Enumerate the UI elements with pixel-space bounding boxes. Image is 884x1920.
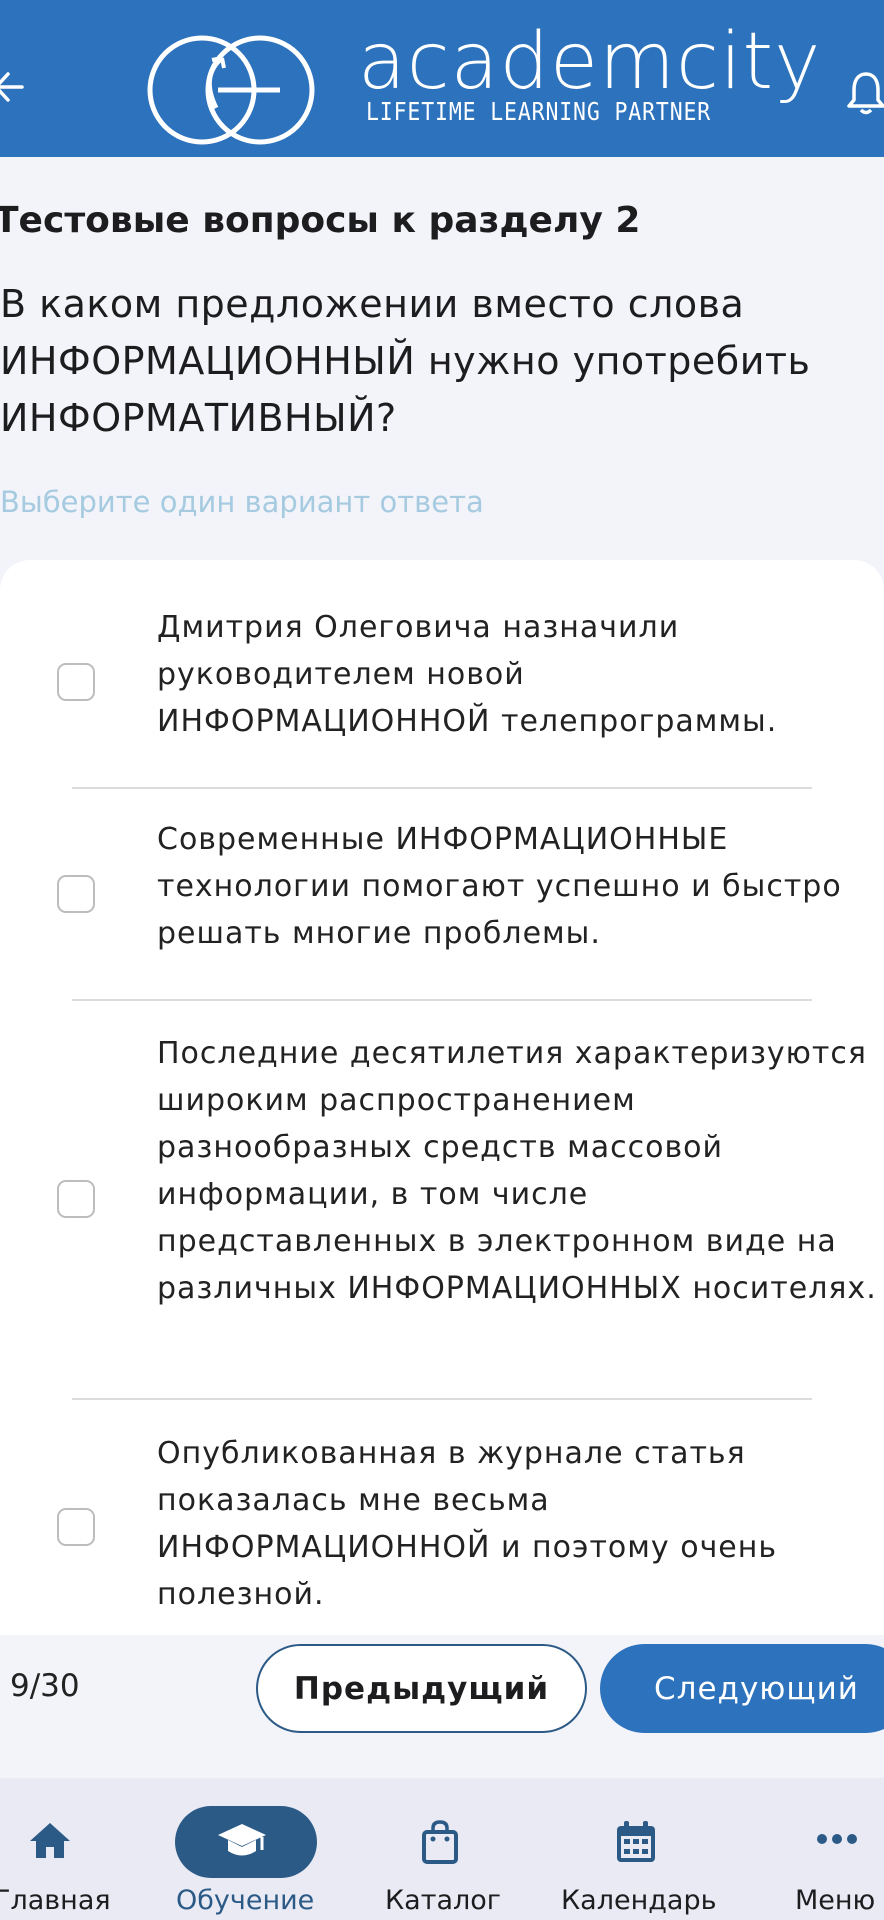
tab-label: Меню (795, 1885, 876, 1916)
answer-checkbox[interactable] (57, 663, 95, 701)
logo-tagline: LIFETIME LEARNING PARTNER (366, 97, 712, 126)
divider (72, 1398, 812, 1400)
answer-hint: Выберите один вариант ответа (0, 485, 484, 519)
tab-catalog[interactable]: Каталог (370, 1778, 510, 1920)
bottom-tab-bar: Главная Обучение Каталог Календарь Меню (0, 1778, 884, 1920)
tab-label: Календарь (561, 1885, 717, 1916)
answer-checkbox[interactable] (57, 875, 95, 913)
answer-option-4[interactable]: Опубликованная в журнале статья показала… (0, 1430, 884, 1630)
answer-text: Дмитрия Олеговича назначили руководителе… (157, 610, 778, 739)
divider (72, 787, 812, 789)
answers-card: Дмитрия Олеговича назначили руководителе… (0, 560, 884, 1635)
notification-bell-icon[interactable] (846, 70, 884, 116)
more-dots-icon (817, 1834, 857, 1844)
answer-option-2[interactable]: Современные ИНФОРМАЦИОННЫЕ технологии по… (0, 816, 884, 966)
shopping-bag-icon (422, 1820, 458, 1864)
tab-menu[interactable]: Меню (790, 1778, 884, 1920)
tab-calendar[interactable]: Календарь (555, 1778, 720, 1920)
graduation-cap-icon (218, 1824, 266, 1856)
home-icon (30, 1823, 70, 1858)
answer-checkbox[interactable] (57, 1180, 95, 1218)
tab-label: Каталог (385, 1885, 501, 1916)
academcity-logo-icon (147, 35, 315, 145)
divider (72, 999, 812, 1001)
tab-home[interactable]: Главная (0, 1778, 111, 1920)
answer-text: Последние десятилетия характеризуются ши… (157, 1036, 877, 1306)
next-button[interactable]: Следующий (600, 1644, 884, 1733)
answer-option-3[interactable]: Последние десятилетия характеризуются ши… (0, 1030, 884, 1360)
tab-learning[interactable]: Обучение (160, 1778, 335, 1920)
answer-text: Современные ИНФОРМАЦИОННЫЕ технологии по… (157, 822, 842, 951)
answer-text: Опубликованная в журнале статья показала… (157, 1436, 778, 1612)
previous-button[interactable]: Предыдущий (256, 1644, 587, 1733)
question-progress: 9/30 (10, 1668, 80, 1704)
tab-label: Обучение (176, 1885, 315, 1916)
back-arrow-icon[interactable] (0, 70, 26, 104)
question-text: В каком предложении вместо слова ИНФОРМА… (0, 282, 811, 440)
calendar-icon (617, 1821, 655, 1862)
answer-option-1[interactable]: Дмитрия Олеговича назначили руководителе… (0, 604, 884, 754)
app-header: academcity LIFETIME LEARNING PARTNER (0, 0, 884, 157)
tab-label: Главная (0, 1885, 111, 1916)
section-title: Тестовые вопросы к разделу 2 (0, 200, 641, 241)
answer-checkbox[interactable] (57, 1508, 95, 1546)
